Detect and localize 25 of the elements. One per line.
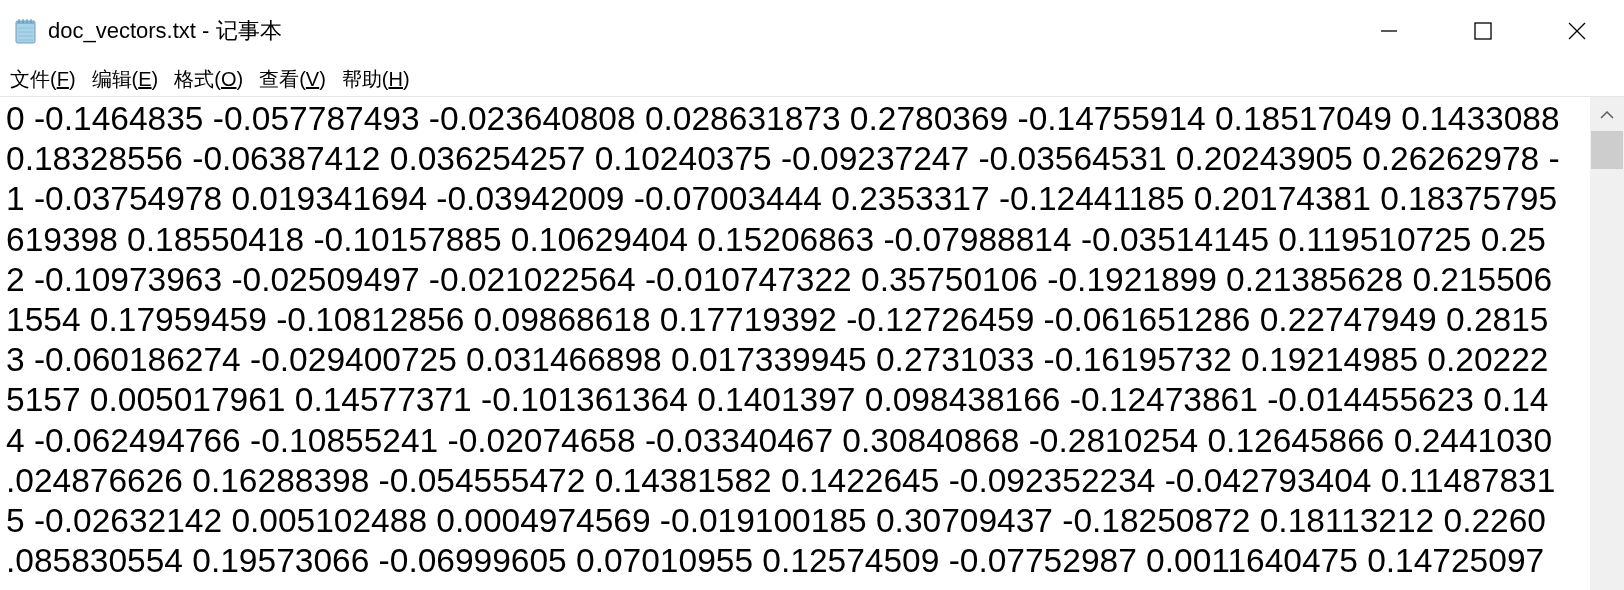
text-line: 0 -0.1464835 -0.057787493 -0.023640808 0.028631873 0.2780369 -0.14755914 0.18517049 0.1433088 [6,99,1560,139]
text-line: 0.18328556 -0.06387412 0.036254257 0.10240375 -0.09237247 -0.03564531 0.20243905 0.26262978 - [6,139,1560,180]
scroll-up-icon[interactable] [1600,111,1614,119]
text-line: 3 -0.060186274 -0.029400725 0.031466898 0.017339945 0.2731033 -0.16195732 0.19214985 0.20222 [6,340,1549,381]
menu-item[interactable]: 帮助(H) [339,65,412,93]
vertical-scrollbar[interactable] [1590,97,1624,590]
text-line: 5 -0.02632142 0.005102488 0.0004974569 -0.019100185 0.30709437 -0.18250872 0.18113212 0.2260 [6,501,1546,542]
menu-item[interactable]: 格式(O) [172,65,246,93]
scrollbar-thumb[interactable] [1591,131,1623,169]
text-line: 1 -0.03754978 0.019341694 -0.03942009 -0.07003444 0.2353317 -0.12441185 0.20174381 0.18375795 [6,179,1558,220]
text-line: 4 -0.062494766 -0.10855241 -0.02074658 -0.03340467 0.30840868 -0.2810254 0.12645866 0.2441030 [6,420,1553,461]
text-line: 1554 0.17959459 -0.10812856 0.09868618 0.17719392 -0.12726459 -0.061651286 0.22747949 0.2815 [6,300,1549,340]
menu-item[interactable]: 编辑(E) [89,65,161,93]
text-line: 2 -0.10973963 -0.02509497 -0.021022564 -0.010747322 0.35750106 -0.1921899 0.21385628 0.215506 [6,259,1553,300]
menu-item[interactable]: 文件(F) [8,65,78,93]
maximize-icon [1474,22,1492,40]
text-line: .024876626 0.16288398 -0.054555472 0.14381582 0.1422645 -0.092352234 -0.042793404 0.11487831 [6,460,1556,501]
text-line: 5157 0.005017961 0.14577371 -0.101361364 0.1401397 0.098438166 -0.12473861 -0.014455623 0.14 [6,380,1549,421]
window-title: doc_vectors.txt - 记事本 [48,17,282,45]
notepad-icon [14,18,38,44]
minimize-icon [1380,30,1398,32]
menu-item[interactable]: 查看(V) [257,65,328,93]
text-line: .085830554 0.19573066 -0.06999605 0.07010955 0.12574509 -0.07752987 0.0011640475 0.14725097 [6,541,1545,582]
close-icon [1568,22,1586,40]
text-line: 619398 0.18550418 -0.10157885 0.10629404 0.15206863 -0.07988814 -0.03514145 0.119510725 0.25 [6,219,1546,260]
